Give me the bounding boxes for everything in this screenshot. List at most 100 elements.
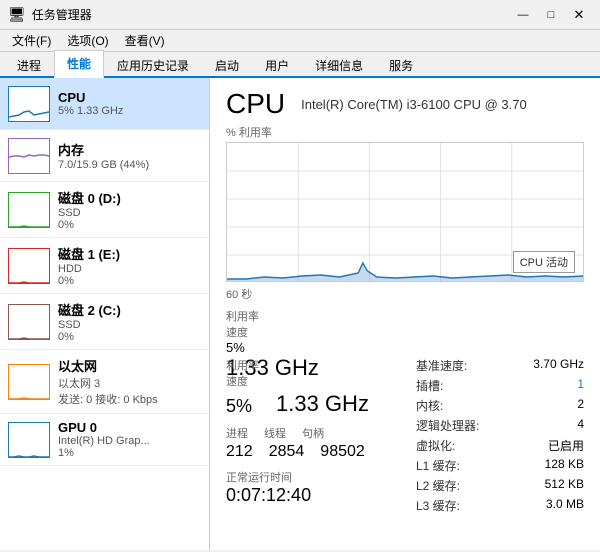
sockets-label: 插槽:: [416, 377, 443, 394]
net-sub1: 以太网 3: [58, 375, 201, 391]
gpu-thumb: [8, 422, 50, 458]
disk0-sub1: SSD: [58, 207, 201, 219]
stats-main: 利用率 速度 5% 1.33 GHz 进程: [226, 357, 584, 517]
uptime-label: 正常运行时间: [226, 469, 386, 485]
tab-details[interactable]: 详细信息: [302, 52, 376, 78]
sidebar-item-network[interactable]: 以太网 以太网 3 发送: 0 接收: 0 Kbps: [0, 350, 209, 414]
basespeed-label: 基准速度:: [416, 357, 467, 374]
stats-right-col: 基准速度: 3.70 GHz 插槽: 1 内核: 2 逻辑处理器: 4 虚拟化:: [416, 357, 584, 517]
threads-label: 线程: [264, 425, 286, 441]
disk1-label: 磁盘 1 (E:): [58, 244, 201, 263]
cpu-sub: 5% 1.33 GHz: [58, 105, 201, 117]
tab-performance[interactable]: 性能: [54, 50, 104, 78]
tab-startup[interactable]: 启动: [202, 52, 252, 78]
disk2-sub1: SSD: [58, 319, 201, 331]
mem-info: 内存 7.0/15.9 GB (44%): [58, 140, 201, 171]
window-controls: — □ ✕: [510, 5, 592, 25]
main-content: CPU 5% 1.33 GHz 内存 7.0/15.9 GB (44%): [0, 78, 600, 550]
cores-value: 2: [577, 397, 584, 414]
gpu-sub1: Intel(R) HD Grap...: [58, 435, 201, 447]
tab-app-history[interactable]: 应用历史记录: [104, 52, 202, 78]
virt-label: 虚拟化:: [416, 437, 455, 454]
disk0-thumb: [8, 192, 50, 228]
tab-services[interactable]: 服务: [376, 52, 426, 78]
close-button[interactable]: ✕: [566, 5, 592, 25]
l2-label: L2 缓存:: [416, 477, 460, 494]
speed-label: 速度: [226, 373, 259, 389]
sidebar-item-cpu[interactable]: CPU 5% 1.33 GHz: [0, 78, 209, 130]
stat-utilrate-value: 5%: [226, 340, 584, 355]
app-title: 任务管理器: [32, 6, 92, 23]
detail-title: CPU: [226, 88, 285, 120]
disk0-label: 磁盘 0 (D:): [58, 188, 201, 207]
net-label: 以太网: [58, 356, 201, 375]
l1-label: L1 缓存:: [416, 457, 460, 474]
menu-view[interactable]: 查看(V): [117, 30, 173, 51]
lproc-row: 逻辑处理器: 4: [416, 417, 584, 434]
tab-bar: 进程 性能 应用历史记录 启动 用户 详细信息 服务: [0, 52, 600, 78]
speed-value: 1.33 GHz: [276, 391, 369, 417]
time-label: 60 秒: [226, 286, 584, 302]
cores-label: 内核:: [416, 397, 443, 414]
sidebar-item-disk2[interactable]: 磁盘 2 (C:) SSD 0%: [0, 294, 209, 350]
sidebar-item-disk1[interactable]: 磁盘 1 (E:) HDD 0%: [0, 238, 209, 294]
disk1-sub1: HDD: [58, 263, 201, 275]
menu-bar: 文件(F) 选项(O) 查看(V): [0, 30, 600, 52]
gpu-sub2: 1%: [58, 447, 201, 459]
uptime-value: 0:07:12:40: [226, 485, 386, 506]
lproc-value: 4: [577, 417, 584, 434]
handles-value: 98502: [320, 443, 365, 461]
util-label: 利用率: [226, 357, 259, 373]
l3-row: L3 缓存: 3.0 MB: [416, 497, 584, 514]
virt-value: 已启用: [548, 437, 584, 454]
title-bar: 🖥 任务管理器 — □ ✕: [0, 0, 600, 30]
threads-value: 2854: [269, 443, 305, 461]
cpu-info: CPU 5% 1.33 GHz: [58, 90, 201, 117]
cores-row: 内核: 2: [416, 397, 584, 414]
sockets-row: 插槽: 1: [416, 377, 584, 394]
basespeed-value: 3.70 GHz: [533, 357, 584, 374]
l1-value: 128 KB: [545, 457, 584, 474]
net-thumb: [8, 364, 50, 400]
l3-value: 3.0 MB: [546, 497, 584, 514]
basespeed-row: 基准速度: 3.70 GHz: [416, 357, 584, 374]
minimize-button[interactable]: —: [510, 5, 536, 25]
gpu-label: GPU 0: [58, 420, 201, 435]
sockets-value: 1: [577, 377, 584, 394]
disk1-thumb: [8, 248, 50, 284]
graph-label: % 利用率: [226, 124, 584, 140]
tab-users[interactable]: 用户: [252, 52, 302, 78]
sidebar-item-memory[interactable]: 内存 7.0/15.9 GB (44%): [0, 130, 209, 182]
sidebar-item-disk0[interactable]: 磁盘 0 (D:) SSD 0%: [0, 182, 209, 238]
disk0-info: 磁盘 0 (D:) SSD 0%: [58, 188, 201, 231]
disk1-sub2: 0%: [58, 275, 201, 287]
gpu-info: GPU 0 Intel(R) HD Grap... 1%: [58, 420, 201, 459]
disk1-info: 磁盘 1 (E:) HDD 0%: [58, 244, 201, 287]
cpu-label: CPU: [58, 90, 201, 105]
mem-label: 内存: [58, 140, 201, 159]
tab-processes[interactable]: 进程: [4, 52, 54, 78]
disk0-sub2: 0%: [58, 219, 201, 231]
disk2-sub2: 0%: [58, 331, 201, 343]
l2-value: 512 KB: [545, 477, 584, 494]
cpu-activity-label: CPU 活动: [513, 251, 575, 273]
stat-utilrate-label: 利用率: [226, 308, 584, 324]
detail-panel: CPU Intel(R) Core(TM) i3-6100 CPU @ 3.70…: [210, 78, 600, 550]
disk2-label: 磁盘 2 (C:): [58, 300, 201, 319]
stat-speed-label: 速度: [226, 324, 584, 340]
menu-options[interactable]: 选项(O): [59, 30, 116, 51]
maximize-button[interactable]: □: [538, 5, 564, 25]
sidebar: CPU 5% 1.33 GHz 内存 7.0/15.9 GB (44%): [0, 78, 210, 550]
sidebar-item-gpu[interactable]: GPU 0 Intel(R) HD Grap... 1%: [0, 414, 209, 466]
handles-label: 句柄: [302, 425, 324, 441]
cpu-thumb: [8, 86, 50, 122]
detail-subtitle: Intel(R) Core(TM) i3-6100 CPU @ 3.70: [301, 97, 527, 112]
net-sub2: 发送: 0 接收: 0 Kbps: [58, 391, 201, 407]
virt-row: 虚拟化: 已启用: [416, 437, 584, 454]
disk2-info: 磁盘 2 (C:) SSD 0%: [58, 300, 201, 343]
menu-file[interactable]: 文件(F): [4, 30, 59, 51]
lproc-label: 逻辑处理器:: [416, 417, 479, 434]
cpu-graph: CPU 活动: [226, 142, 584, 282]
procs-label: 进程: [226, 425, 248, 441]
disk2-thumb: [8, 304, 50, 340]
